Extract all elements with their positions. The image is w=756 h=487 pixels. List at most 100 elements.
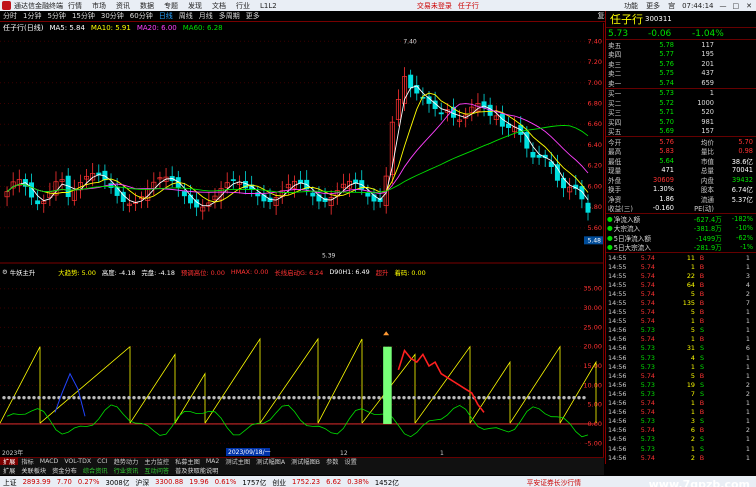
- book-row[interactable]: 卖三 5.76 201: [606, 59, 756, 69]
- tick-price: 5.74: [640, 371, 655, 380]
- index-name[interactable]: 上证: [0, 477, 20, 487]
- book-row[interactable]: 卖一 5.74 659: [606, 78, 756, 88]
- stat-row: 最低 5.64 市值 38.6亿: [606, 156, 756, 166]
- baseline-dot: [192, 395, 196, 400]
- baseline-dot: [372, 395, 376, 400]
- tick-time: 14:56: [608, 353, 627, 362]
- top-stock-name[interactable]: 任子行: [452, 1, 485, 11]
- baseline-dot: [427, 395, 431, 400]
- menu-item[interactable]: 行业: [231, 1, 255, 11]
- flow-value: -627.4万: [693, 215, 722, 224]
- indicator-gear-icon[interactable]: ⚙: [0, 268, 10, 276]
- tick-row: 14:56 5.73 19 S 2: [606, 380, 756, 389]
- tick-row: 14:56 5.73 1 S 1: [606, 362, 756, 371]
- period-button[interactable]: 日线: [156, 11, 176, 21]
- indicator-axis-label: 35.00: [583, 285, 602, 293]
- info-tab[interactable]: 普及获取能说明: [172, 466, 221, 475]
- book-row[interactable]: 买一 5.73 1: [606, 89, 756, 98]
- trade-login-alert[interactable]: 交易未登录: [417, 1, 452, 11]
- info-tab[interactable]: 扩展: [0, 466, 18, 475]
- window-tab[interactable]: 更多: [642, 1, 664, 11]
- book-row[interactable]: 买二 5.72 1000: [606, 98, 756, 108]
- baseline-dot: [502, 395, 506, 400]
- close-icon[interactable]: ✕: [742, 2, 756, 10]
- period-button[interactable]: 15分钟: [69, 11, 98, 21]
- tick-volume: 1: [690, 408, 695, 417]
- baseline-dot: [2, 395, 6, 400]
- menu-item[interactable]: 文档: [207, 1, 231, 11]
- info-tab[interactable]: 关联板块: [18, 466, 49, 475]
- tick-count: 3: [745, 271, 750, 280]
- tick-price: 5.73: [640, 435, 655, 444]
- baseline-dot: [267, 395, 271, 400]
- tick-time: 14:56: [608, 335, 627, 344]
- info-tab[interactable]: 互动问答: [141, 466, 172, 475]
- money-flow: ● 净流入额 -627.4万 -182% ● 大宗流入 -381.8万 -10% ● 5日净流入额…: [606, 214, 756, 253]
- current-price-label: 5.48: [588, 237, 602, 244]
- tick-price: 5.73: [640, 326, 655, 335]
- period-button[interactable]: 1分钟: [20, 11, 44, 21]
- tick-row: 14:55 5.74 1 B 1: [606, 317, 756, 326]
- watermark: www.7gpzb.com: [648, 478, 750, 487]
- baseline-dot: [97, 395, 101, 400]
- baseline-dot: [252, 395, 256, 400]
- sell-book: 卖五 5.78 117 卖四 5.77 195 卖三 5.76 201 卖二 5.75 437 卖一 5.…: [606, 40, 756, 89]
- indicator-tab[interactable]: MACD: [37, 458, 62, 465]
- baseline-dot: [467, 395, 471, 400]
- book-row[interactable]: 买三 5.71 520: [606, 108, 756, 117]
- tick-count: 1: [745, 335, 750, 344]
- period-button[interactable]: 周线: [176, 11, 196, 21]
- book-row[interactable]: 卖五 5.78 117: [606, 40, 756, 50]
- tick-list[interactable]: 14:55 5.74 11 B 1 14:55 5.74 1 B 1 14:55 5.74 22 B 3 14…: [606, 253, 756, 462]
- indicator-tab[interactable]: CCI: [94, 458, 110, 465]
- info-tab[interactable]: 资金分布: [49, 466, 80, 475]
- period-button[interactable]: 分时: [0, 11, 20, 21]
- menu-item[interactable]: 资讯: [111, 1, 135, 11]
- menu-item[interactable]: 市场: [87, 1, 111, 11]
- baseline-dot: [437, 395, 441, 400]
- tick-side: B: [699, 289, 705, 298]
- tick-side: B: [699, 253, 705, 262]
- menu-item[interactable]: 数据: [135, 1, 159, 11]
- indicator-tab[interactable]: MA2: [203, 458, 223, 465]
- book-volume: 117: [701, 40, 714, 49]
- menu-item[interactable]: 发现: [183, 1, 207, 11]
- menu-item[interactable]: 行情: [63, 1, 87, 11]
- period-button[interactable]: 更多: [243, 11, 263, 21]
- indicator-legend: 大趋势: 5.00 高度: -4.18 完盘: -4.18 预调高位: 0.00 HMA…: [55, 268, 428, 277]
- tick-side: S: [699, 344, 705, 353]
- price-axis-label: 7.00: [588, 79, 602, 87]
- maximize-icon[interactable]: □: [730, 2, 743, 10]
- indicator-axis-label: 25.00: [583, 323, 602, 331]
- window-tab[interactable]: 功能: [620, 1, 642, 11]
- baseline-dot: [557, 395, 561, 400]
- menu-item[interactable]: L1L2: [255, 2, 282, 10]
- window-tab[interactable]: 宫: [664, 1, 679, 11]
- tick-price: 5.73: [640, 444, 655, 453]
- tick-time: 14:56: [608, 380, 627, 389]
- period-button[interactable]: 月线: [196, 11, 216, 21]
- tick-side: B: [699, 299, 705, 308]
- book-row[interactable]: 卖二 5.75 437: [606, 69, 756, 78]
- minimize-icon[interactable]: —: [717, 2, 730, 10]
- info-tab[interactable]: 行业资讯: [111, 466, 142, 475]
- index-name[interactable]: 创业: [269, 477, 289, 487]
- stat-value: 30609: [653, 175, 674, 184]
- app-logo-icon: [2, 1, 11, 10]
- period-button[interactable]: 5分钟: [44, 11, 68, 21]
- flow-row: ● 大宗流入 -381.8万 -10%: [606, 224, 756, 233]
- book-label: 卖四: [608, 51, 622, 60]
- book-row[interactable]: 买四 5.70 981: [606, 117, 756, 127]
- candle-body: [310, 192, 316, 197]
- stat-value: 0.98: [738, 147, 753, 156]
- period-button[interactable]: 60分钟: [127, 11, 156, 21]
- menu-item[interactable]: 专题: [159, 1, 183, 11]
- indicator-tab[interactable]: VOL-TDX: [61, 458, 94, 465]
- book-row[interactable]: 卖四 5.77 195: [606, 50, 756, 60]
- index-name[interactable]: 沪深: [133, 477, 153, 487]
- period-button[interactable]: 30分钟: [98, 11, 127, 21]
- period-button[interactable]: 多周期: [216, 11, 243, 21]
- book-row[interactable]: 买五 5.69 157: [606, 127, 756, 136]
- kline-chart[interactable]: 7.407.207.006.806.606.406.206.005.805.60…: [0, 23, 604, 457]
- info-tab[interactable]: 综合资讯: [80, 466, 111, 475]
